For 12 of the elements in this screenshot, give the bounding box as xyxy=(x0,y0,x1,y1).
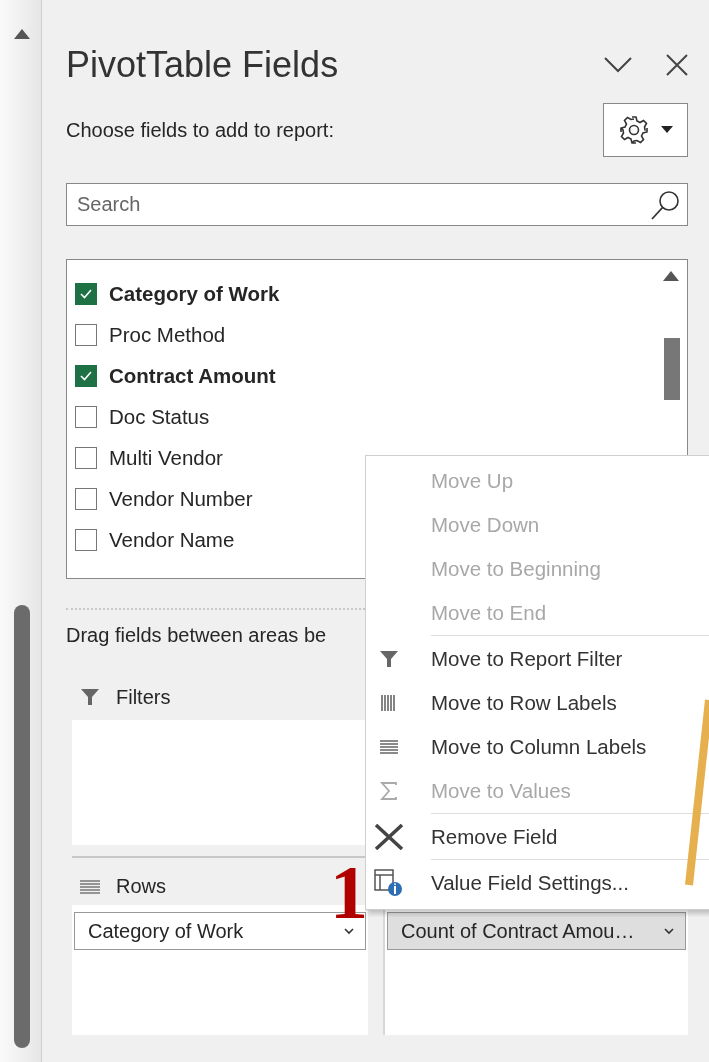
field-name: Vendor Name xyxy=(109,527,235,552)
field-name: Multi Vendor xyxy=(109,445,223,470)
field-name: Proc Method xyxy=(109,322,226,347)
area-label: Rows xyxy=(116,875,166,898)
field-name: Category of Work xyxy=(109,281,280,306)
field-name: Doc Status xyxy=(109,404,210,429)
field-name: Contract Amount xyxy=(109,363,276,388)
area-label: Filters xyxy=(116,685,171,709)
instruction-text: Choose fields to add to report: xyxy=(66,118,335,142)
panel-title: PivotTable Fields xyxy=(66,44,340,86)
field-name: Vendor Number xyxy=(109,486,253,511)
instruction-text: Drag fields between areas be xyxy=(66,624,328,648)
